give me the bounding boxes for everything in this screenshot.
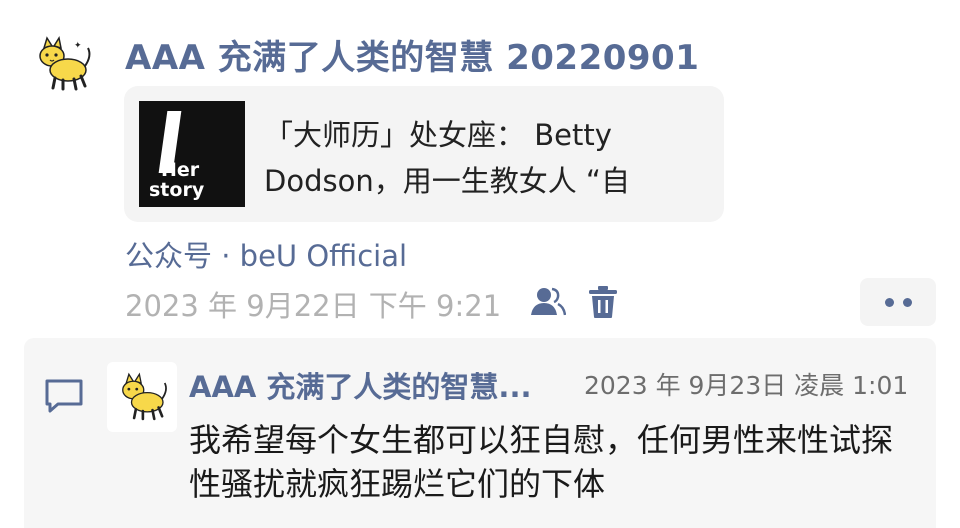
post-timestamp: 2023 年 9月22日 下午 9:21 — [125, 289, 502, 323]
people-icon — [531, 287, 566, 316]
svg-text:✦: ✦ — [74, 41, 82, 51]
comment-text[interactable]: 我希望每个女生都可以狂自慰，任何男性来性试探性骚扰就疯狂踢烂它们的下体 — [189, 418, 909, 506]
trash-icon — [589, 286, 617, 318]
cat-avatar-icon: ✦ — [39, 36, 91, 91]
article-thumbnail: Her story — [139, 101, 245, 207]
thumbnail-logo-text-her: Her — [161, 159, 200, 181]
cat-avatar-icon — [122, 372, 167, 421]
article-card[interactable]: Her story 「大师历」处女座： Betty Dodson，用一生教女人 … — [124, 86, 724, 222]
commenter-avatar[interactable] — [107, 362, 177, 432]
user-avatar[interactable]: ✦ — [30, 36, 94, 92]
thumbnail-logo-text-story: story — [149, 179, 205, 201]
comment-panel: AAA 充满了人类的智慧... 2023 年 9月23日 凌晨 1:01 我希望… — [24, 338, 936, 528]
more-dots-icon — [884, 297, 894, 307]
more-actions-button[interactable] — [860, 278, 936, 326]
visibility-button[interactable] — [530, 286, 566, 318]
comment-timestamp: 2023 年 9月23日 凌晨 1:01 — [584, 371, 909, 400]
comment-bubble-icon — [45, 379, 83, 413]
delete-button[interactable] — [588, 285, 618, 319]
commenter-name[interactable]: AAA 充满了人类的智慧... — [189, 364, 531, 406]
article-title: 「大师历」处女座： Betty Dodson，用一生教女人 “自 — [264, 118, 630, 198]
post-author-title[interactable]: AAA 充满了人类的智慧 20220901 — [125, 30, 699, 79]
article-source[interactable]: 公众号 · beU Official — [125, 233, 407, 275]
more-dots-icon — [902, 297, 912, 307]
